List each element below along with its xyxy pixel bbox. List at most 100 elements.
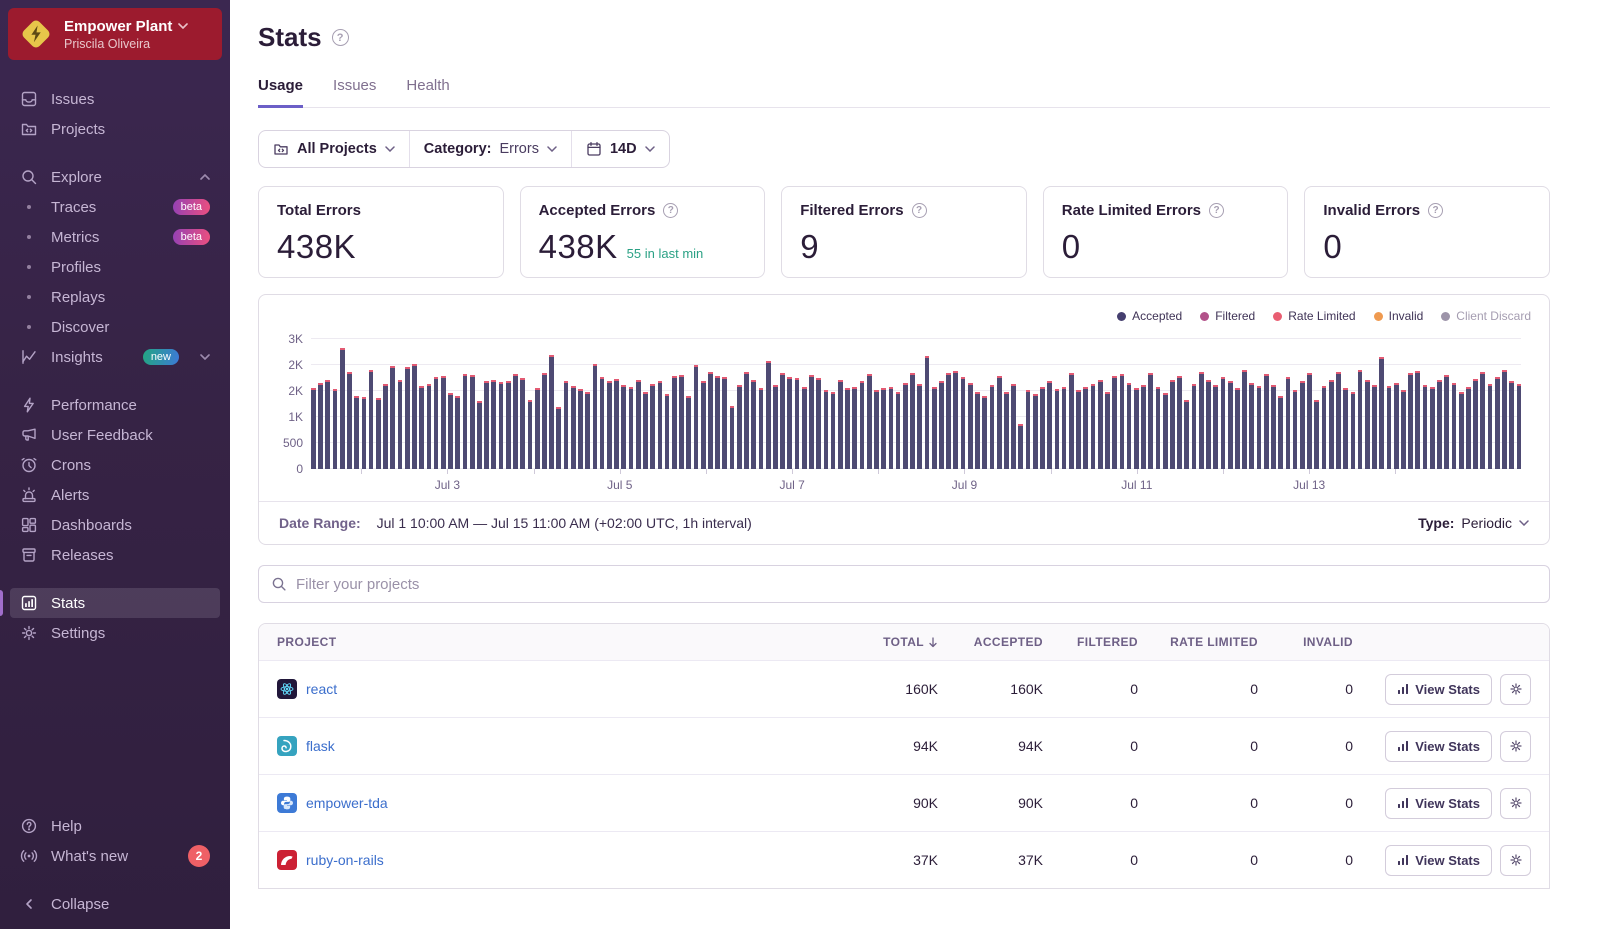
sidebar-item-profiles[interactable]: Profiles xyxy=(10,252,220,282)
card-value: 438K xyxy=(277,228,356,266)
project-settings-button[interactable] xyxy=(1500,788,1531,819)
page-title: Stats xyxy=(258,22,322,53)
legend-filtered[interactable]: Filtered xyxy=(1200,309,1255,323)
legend-dot xyxy=(1117,312,1126,321)
cell-filtered: 0 xyxy=(1043,852,1138,868)
sidebar-item-alerts[interactable]: Alerts xyxy=(10,480,220,510)
view-stats-button[interactable]: View Stats xyxy=(1385,845,1492,876)
issues-icon xyxy=(20,90,38,108)
col-project[interactable]: PROJECT xyxy=(277,635,828,649)
megaphone-icon xyxy=(20,426,38,444)
category-filter-value: Errors xyxy=(499,141,538,157)
date-range-value: 14D xyxy=(610,141,637,157)
legend-dot xyxy=(1374,312,1383,321)
view-stats-button[interactable]: View Stats xyxy=(1385,788,1492,819)
chevron-up-icon[interactable] xyxy=(200,174,210,180)
tab-health[interactable]: Health xyxy=(406,77,449,107)
col-filtered[interactable]: FILTERED xyxy=(1043,635,1138,649)
chart-bars[interactable] xyxy=(311,339,1521,469)
sidebar-item-projects[interactable]: Projects xyxy=(10,114,220,144)
bullet-icon xyxy=(20,288,38,306)
card-extra: 55 in last min xyxy=(627,246,704,261)
project-filter-dropdown[interactable]: All Projects xyxy=(259,131,409,167)
sidebar-item-stats[interactable]: Stats xyxy=(10,588,220,618)
sidebar-item-insights[interactable]: Insights new xyxy=(10,342,220,372)
org-switcher[interactable]: Empower Plant Priscila Oliveira xyxy=(8,8,222,60)
sidebar-item-explore[interactable]: Explore xyxy=(10,162,220,192)
search-icon xyxy=(20,168,38,186)
card-label: Accepted Errors xyxy=(539,202,656,219)
sidebar: Empower Plant Priscila Oliveira Issues P… xyxy=(0,0,230,929)
sidebar-item-help[interactable]: Help xyxy=(10,811,220,841)
sidebar-item-replays[interactable]: Replays xyxy=(10,282,220,312)
cell-total: 90K xyxy=(828,795,938,811)
project-settings-button[interactable] xyxy=(1500,674,1531,705)
sidebar-item-releases[interactable]: Releases xyxy=(10,540,220,570)
card-accepted-errors: Accepted Errors? 438K55 in last min xyxy=(520,186,766,278)
org-user: Priscila Oliveira xyxy=(64,37,188,51)
view-stats-button[interactable]: View Stats xyxy=(1385,674,1492,705)
legend-rate-limited[interactable]: Rate Limited xyxy=(1273,309,1355,323)
card-value: 0 xyxy=(1323,228,1342,266)
cell-rate-limited: 0 xyxy=(1138,795,1258,811)
sidebar-item-dashboards[interactable]: Dashboards xyxy=(10,510,220,540)
project-link[interactable]: ruby-on-rails xyxy=(306,852,384,868)
chart-xaxis: Jul 3Jul 5Jul 7Jul 9Jul 11Jul 13 xyxy=(311,469,1521,501)
tab-usage[interactable]: Usage xyxy=(258,77,303,108)
chevron-down-icon[interactable] xyxy=(200,354,210,360)
stat-cards: Total Errors 438K Accepted Errors? 438K5… xyxy=(258,186,1550,278)
project-link[interactable]: empower-tda xyxy=(306,795,388,811)
siren-icon xyxy=(20,486,38,504)
sidebar-item-performance[interactable]: Performance xyxy=(10,390,220,420)
sidebar-item-label: Issues xyxy=(51,91,94,108)
sidebar-item-user-feedback[interactable]: User Feedback xyxy=(10,420,220,450)
sidebar-nav: Issues Projects Explore Traces beta Metr… xyxy=(0,84,230,648)
sidebar-item-whats-new[interactable]: What's new 2 xyxy=(10,841,220,871)
sidebar-item-crons[interactable]: Crons xyxy=(10,450,220,480)
chevron-down-icon xyxy=(1519,520,1529,526)
cell-accepted: 37K xyxy=(938,852,1043,868)
col-accepted[interactable]: ACCEPTED xyxy=(938,635,1043,649)
col-invalid[interactable]: INVALID xyxy=(1258,635,1353,649)
sidebar-item-issues[interactable]: Issues xyxy=(10,84,220,114)
sidebar-item-discover[interactable]: Discover xyxy=(10,312,220,342)
legend-client-discard[interactable]: Client Discard xyxy=(1441,309,1531,323)
sidebar-item-settings[interactable]: Settings xyxy=(10,618,220,648)
cell-invalid: 0 xyxy=(1258,681,1353,697)
col-total-sorted[interactable]: TOTAL xyxy=(883,635,938,649)
sidebar-item-metrics[interactable]: Metrics beta xyxy=(10,222,220,252)
help-icon[interactable]: ? xyxy=(663,203,678,218)
tab-issues[interactable]: Issues xyxy=(333,77,376,107)
lightning-icon xyxy=(20,396,38,414)
gear-icon xyxy=(1509,853,1523,867)
help-icon[interactable]: ? xyxy=(912,203,927,218)
sidebar-item-label: Insights xyxy=(51,349,103,366)
date-range-dropdown[interactable]: 14D xyxy=(571,131,669,167)
sidebar-collapse-button[interactable]: Collapse xyxy=(10,889,220,919)
col-rate-limited[interactable]: RATE LIMITED xyxy=(1138,635,1258,649)
type-dropdown[interactable]: Type: Periodic xyxy=(1418,515,1529,531)
legend-label: Client Discard xyxy=(1456,309,1531,323)
category-filter-dropdown[interactable]: Category: Errors xyxy=(409,131,571,167)
cell-accepted: 94K xyxy=(938,738,1043,754)
project-settings-button[interactable] xyxy=(1500,731,1531,762)
legend-invalid[interactable]: Invalid xyxy=(1374,309,1424,323)
project-settings-button[interactable] xyxy=(1500,845,1531,876)
whats-new-count-badge: 2 xyxy=(188,845,210,867)
gear-icon xyxy=(1509,682,1523,696)
page-help-icon[interactable]: ? xyxy=(332,29,349,46)
sidebar-item-traces[interactable]: Traces beta xyxy=(10,192,220,222)
legend-accepted[interactable]: Accepted xyxy=(1117,309,1182,323)
category-filter-label: Category: xyxy=(424,141,492,157)
view-stats-button[interactable]: View Stats xyxy=(1385,731,1492,762)
cell-rate-limited: 0 xyxy=(1138,681,1258,697)
project-search-input[interactable] xyxy=(296,576,1537,593)
project-link[interactable]: react xyxy=(306,681,337,697)
help-icon[interactable]: ? xyxy=(1209,203,1224,218)
legend-dot xyxy=(1441,312,1450,321)
chart-plot: 05001K2K2K3K xyxy=(311,339,1521,469)
project-link[interactable]: flask xyxy=(306,738,335,754)
chevron-down-icon xyxy=(547,146,557,152)
filter-bar: All Projects Category: Errors 14D xyxy=(258,130,670,168)
help-icon[interactable]: ? xyxy=(1428,203,1443,218)
